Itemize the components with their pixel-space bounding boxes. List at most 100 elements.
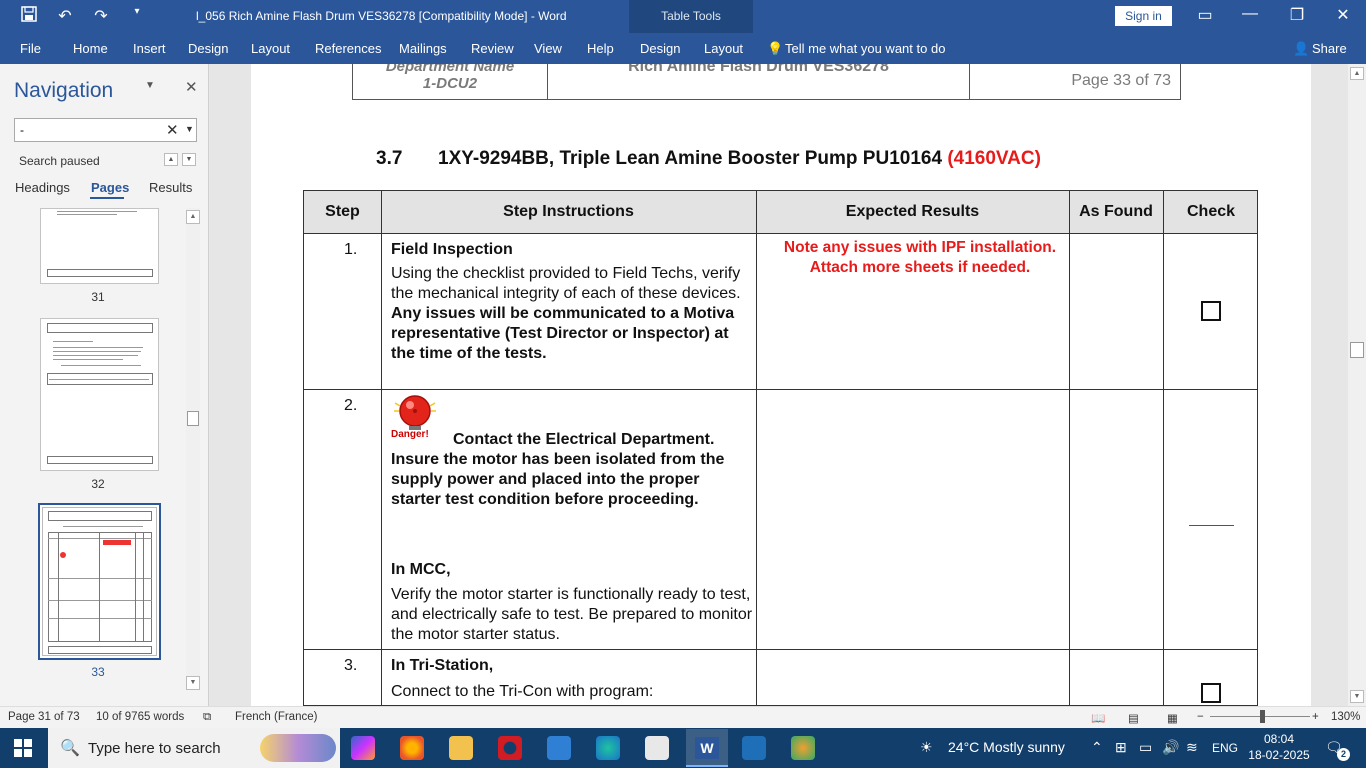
undo-icon[interactable]: ↶ xyxy=(54,6,76,27)
pane-options-icon[interactable]: ▼ xyxy=(145,80,155,91)
search-icon: 🔍 xyxy=(60,740,80,757)
table-tools-label: Table Tools xyxy=(661,9,721,23)
navigation-pane: Navigation ▼ ✕ - ✕ ▼ Search paused ▲ ▼ H… xyxy=(0,64,209,706)
tab-layout[interactable]: Layout xyxy=(251,41,290,56)
status-words[interactable]: 10 of 9765 words xyxy=(96,711,184,723)
danger-bell-icon: Danger! xyxy=(391,393,441,445)
ribbon-display-options-icon[interactable]: ▭ xyxy=(1190,5,1220,25)
doc-scroll-up-icon[interactable]: ▲ xyxy=(1350,67,1364,80)
print-layout-icon[interactable]: ▤ xyxy=(1128,711,1139,725)
tab-file[interactable]: File xyxy=(20,41,41,56)
active-tab-underline xyxy=(90,197,124,199)
tab-view[interactable]: View xyxy=(534,41,562,56)
weather-text[interactable]: 24°C Mostly sunny xyxy=(948,739,1065,755)
edge-icon[interactable] xyxy=(596,736,620,760)
tab-mailings[interactable]: Mailings xyxy=(399,41,447,56)
scrollbar-thumb[interactable] xyxy=(187,411,199,426)
zoom-out-icon[interactable]: − xyxy=(1197,711,1204,723)
show-hidden-icons-icon[interactable]: ⌃ xyxy=(1091,739,1103,756)
tell-me-input[interactable]: Tell me what you want to do xyxy=(785,41,945,56)
restore-icon[interactable]: ❐ xyxy=(1282,5,1312,25)
step-1-instructions: Using the checklist provided to Field Te… xyxy=(391,264,751,364)
remote-desktop-icon[interactable] xyxy=(742,736,766,760)
clock-date: 18-02-2025 xyxy=(1248,748,1310,762)
web-layout-icon[interactable]: ▦ xyxy=(1167,711,1178,725)
tab-insert[interactable]: Insert xyxy=(133,41,166,56)
file-explorer-icon[interactable] xyxy=(449,736,473,760)
page-thumbnail-32[interactable] xyxy=(40,318,159,471)
minimize-icon[interactable]: — xyxy=(1235,5,1265,23)
zoom-in-icon[interactable]: + xyxy=(1312,711,1319,723)
taskbar: 🔍 Type here to search W ☀ 24°C Mostly su… xyxy=(0,728,1366,768)
step-1-checkbox[interactable] xyxy=(1201,301,1221,321)
mail-icon[interactable] xyxy=(547,736,571,760)
page-number-32: 32 xyxy=(91,477,105,491)
save-icon[interactable] xyxy=(18,6,40,27)
app2-icon[interactable] xyxy=(791,736,815,760)
redo-icon[interactable]: ↷ xyxy=(90,6,112,27)
scroll-down-icon[interactable]: ▼ xyxy=(186,676,200,690)
page-number-31: 31 xyxy=(91,290,105,304)
copilot-icon[interactable] xyxy=(351,736,375,760)
step-3-subheading: In Tri-Station, xyxy=(391,657,494,674)
close-pane-icon[interactable]: ✕ xyxy=(185,78,198,96)
share-button[interactable]: Share xyxy=(1312,41,1347,56)
windows-start-icon[interactable] xyxy=(14,739,32,762)
next-result-icon[interactable]: ▼ xyxy=(182,153,196,166)
wifi-icon[interactable]: ≋ xyxy=(1186,739,1198,756)
tab-review[interactable]: Review xyxy=(471,41,514,56)
proofing-icon[interactable]: ⧉ xyxy=(203,711,211,724)
clock-time: 08:04 xyxy=(1263,732,1295,746)
doc-scrollbar-thumb[interactable] xyxy=(1350,342,1364,358)
ribbon-tabs: File Home Insert Design Layout Reference… xyxy=(0,33,1366,64)
status-language[interactable]: French (France) xyxy=(235,711,317,723)
tab-headings[interactable]: Headings xyxy=(15,180,70,195)
scroll-up-icon[interactable]: ▲ xyxy=(186,210,200,224)
read-mode-icon[interactable]: 📖 xyxy=(1091,711,1105,725)
procedure-table: Step Step Instructions Expected Results … xyxy=(303,190,1258,706)
doc-scroll-down-icon[interactable]: ▼ xyxy=(1350,690,1364,703)
close-icon[interactable]: ✕ xyxy=(1328,5,1358,25)
taskbar-search[interactable]: 🔍 Type here to search xyxy=(48,728,340,768)
step-number-2: 2. xyxy=(344,397,358,414)
section-number: 3.7 xyxy=(376,148,403,169)
header-check: Check xyxy=(1186,203,1236,220)
tab-help[interactable]: Help xyxy=(587,41,614,56)
firefox-icon[interactable] xyxy=(400,736,424,760)
network-icon[interactable]: ⊞ xyxy=(1115,739,1127,756)
tab-design[interactable]: Design xyxy=(188,41,228,56)
status-bar: Page 31 of 73 10 of 9765 words ⧉ French … xyxy=(0,706,1366,728)
tab-results[interactable]: Results xyxy=(149,180,192,195)
sign-in-button[interactable]: Sign in xyxy=(1115,6,1172,26)
battery-icon[interactable]: ▭ xyxy=(1139,739,1152,756)
document-scrollbar[interactable]: ▲ ▼ xyxy=(1348,64,1366,706)
input-language[interactable]: ENG xyxy=(1212,741,1238,755)
app-icon[interactable] xyxy=(645,736,669,760)
person-icon: 👤 xyxy=(1293,41,1310,56)
section-title: 1XY-9294BB, Triple Lean Amine Booster Pu… xyxy=(438,148,943,169)
clock[interactable]: 08:04 18-02-2025 xyxy=(1245,732,1313,762)
tab-table-layout[interactable]: Layout xyxy=(704,41,743,56)
zoom-slider-knob[interactable] xyxy=(1260,710,1265,723)
previous-result-icon[interactable]: ▲ xyxy=(164,153,178,166)
header-page: Page 33 of 73 xyxy=(1071,72,1171,89)
tab-home[interactable]: Home xyxy=(73,41,108,56)
tab-references[interactable]: References xyxy=(315,41,381,56)
step-3-checkbox[interactable] xyxy=(1201,683,1221,703)
weather-icon[interactable]: ☀ xyxy=(920,739,933,756)
clear-search-icon[interactable]: ✕ xyxy=(166,121,179,139)
customize-qat-icon[interactable]: ▾ xyxy=(126,6,148,27)
tab-pages[interactable]: Pages xyxy=(91,180,129,195)
page-thumbnail-31[interactable] xyxy=(40,208,159,284)
word-taskbar-button[interactable]: W xyxy=(686,729,728,767)
opera-icon[interactable] xyxy=(498,736,522,760)
thumbnail-scrollbar[interactable]: ▲ ▼ xyxy=(186,208,200,690)
page-thumbnail-33[interactable] xyxy=(38,503,161,660)
zoom-level[interactable]: 130% xyxy=(1331,711,1360,723)
search-dropdown-icon[interactable]: ▼ xyxy=(185,124,194,134)
tab-table-design[interactable]: Design xyxy=(640,41,680,56)
volume-icon[interactable]: 🔊 xyxy=(1162,739,1179,756)
header-dept-name: Department Name xyxy=(385,64,515,75)
status-page[interactable]: Page 31 of 73 xyxy=(8,711,80,723)
header-title-text: Rich Amine Flash Drum VES36278 xyxy=(628,64,889,75)
